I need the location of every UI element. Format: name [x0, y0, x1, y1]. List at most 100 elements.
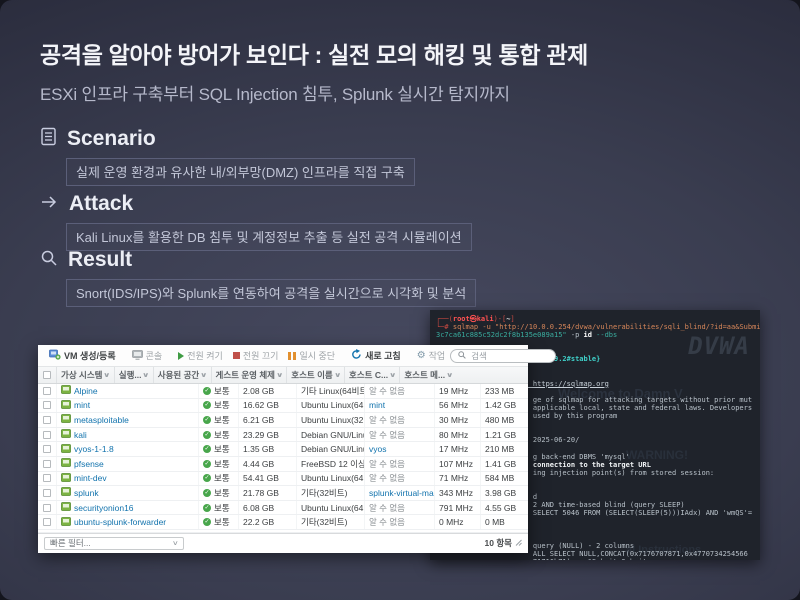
chevron-down-icon: ∨ — [334, 371, 341, 379]
guest-os-cell: 기타(32비트) — [296, 486, 364, 500]
suspend-button[interactable]: 일시 중단 — [283, 349, 340, 362]
row-checkbox[interactable] — [38, 428, 56, 442]
document-icon — [40, 127, 57, 151]
actions-button[interactable]: ⚙ 작업 — [412, 349, 451, 362]
resize-grip-icon[interactable] — [515, 538, 522, 548]
prompt-user: root㉿kali — [453, 315, 494, 323]
vm-name-link[interactable]: splunk — [74, 488, 99, 498]
used-space-cell: 6.21 GB — [238, 413, 296, 427]
vm-name-link[interactable]: mint-dev — [74, 473, 107, 483]
status-ok-icon: ✓ — [203, 504, 211, 512]
table-row[interactable]: metasploitable ✓ 보통 6.21 GB Ubuntu Linux… — [38, 413, 528, 428]
host-cpu-cell: 0 MHz — [434, 515, 480, 529]
checkbox-icon — [43, 401, 51, 409]
host-cpu-cell: 107 MHz — [434, 457, 480, 471]
row-checkbox[interactable] — [38, 486, 56, 500]
terminal-output-line: 71716b71)-- -&Submit=Submit — [436, 558, 760, 560]
vm-name-link[interactable]: securityonion16 — [74, 503, 134, 513]
suspend-icon — [288, 352, 296, 360]
vm-icon — [61, 400, 71, 411]
status-ok-icon: ✓ — [203, 431, 211, 439]
host-mem-cell: 1.21 GB — [480, 428, 528, 442]
vm-name-link[interactable]: ubuntu-splunk-forwarder — [74, 517, 166, 527]
vm-icon — [61, 473, 71, 484]
column-header[interactable]: 사용된 공간∨ — [153, 367, 211, 383]
status-label: 보통 — [214, 429, 230, 441]
host-mem-cell: 233 MB — [480, 384, 528, 398]
column-header[interactable]: 호스트 이름∨ — [286, 367, 344, 383]
status-ok-icon: ✓ — [203, 518, 211, 526]
table-row[interactable]: pfsense ✓ 보통 4.44 GB FreeBSD 12 이상 ... 알… — [38, 457, 528, 472]
row-checkbox[interactable] — [38, 384, 56, 398]
checkbox-icon — [43, 431, 51, 439]
vm-icon — [61, 502, 71, 513]
vm-name-link[interactable]: metasploitable — [74, 415, 129, 425]
search-input[interactable] — [469, 350, 549, 362]
column-header[interactable]: 가상 시스템∨ — [56, 367, 114, 383]
section-desc-scenario: 실제 운영 환경과 유사한 내/외부망(DMZ) 인프라를 직접 구축 — [66, 158, 415, 186]
table-row[interactable]: kali ✓ 보통 23.29 GB Debian GNU/Linux... 알… — [38, 428, 528, 443]
console-button[interactable]: 콘솔 — [127, 349, 168, 362]
vm-search-box[interactable] — [450, 349, 556, 363]
table-row[interactable]: mint-dev ✓ 보통 54.41 GB Ubuntu Linux(64비.… — [38, 472, 528, 487]
status-ok-icon: ✓ — [203, 489, 211, 497]
arrow-right-icon — [40, 194, 59, 215]
row-checkbox[interactable] — [38, 501, 56, 515]
vm-name-link[interactable]: pfsense — [74, 459, 104, 469]
table-row[interactable]: mint ✓ 보통 16.62 GB Ubuntu Linux(64비... m… — [38, 399, 528, 414]
row-checkbox[interactable] — [38, 457, 56, 471]
power-on-button[interactable]: 전원 켜기 — [173, 349, 228, 362]
vm-create-button[interactable]: VM 생성/등록 — [44, 349, 121, 362]
table-row[interactable]: vyos-1-1.8 ✓ 보통 1.35 GB Debian GNU/Linux… — [38, 442, 528, 457]
vm-table-body: Alpine ✓ 보통 2.08 GB 기타 Linux(64비트) 알 수 없… — [38, 384, 528, 530]
table-row[interactable]: splunk ✓ 보통 21.78 GB 기타(32비트) splunk-vir… — [38, 486, 528, 501]
power-off-icon — [233, 352, 240, 359]
checkbox-icon — [43, 474, 51, 482]
column-header[interactable]: 게스트 운영 체제∨ — [211, 367, 287, 383]
vm-create-icon — [49, 349, 61, 362]
status-ok-icon: ✓ — [203, 474, 211, 482]
status-ok-icon: ✓ — [203, 401, 211, 409]
host-cpu-cell: 791 MHz — [434, 501, 480, 515]
row-checkbox[interactable] — [38, 515, 56, 529]
host-cpu-cell: 80 MHz — [434, 428, 480, 442]
column-header[interactable]: 실행...∨ — [114, 367, 153, 383]
sqlmap-command: sqlmap -u — [453, 323, 495, 331]
terminal-command-wrap-line: 3c7ca61c885c52dc2f8b135e089a15" -p id --… — [436, 331, 760, 339]
refresh-button[interactable]: 새로 고침 — [346, 349, 406, 362]
host-cpu-cell: 17 MHz — [434, 442, 480, 456]
select-all-checkbox[interactable] — [38, 367, 56, 383]
table-row[interactable]: ubuntu-splunk-forwarder ✓ 보통 22.2 GB 기타(… — [38, 515, 528, 530]
vm-name-link[interactable]: vyos-1-1.8 — [74, 444, 114, 454]
host-name-cell: 알 수 없음 — [364, 384, 434, 398]
used-space-cell: 16.62 GB — [238, 399, 296, 413]
terminal-prompt-line1: ┌──(root㉿kali)-[~] — [436, 315, 760, 323]
row-checkbox[interactable] — [38, 472, 56, 486]
status-ok-icon: ✓ — [203, 416, 211, 424]
host-name-cell: 알 수 없음 — [364, 413, 434, 427]
column-header[interactable]: 호스트 C...∨ — [344, 367, 399, 383]
table-row[interactable]: securityonion16 ✓ 보통 6.08 GB Ubuntu Linu… — [38, 501, 528, 516]
magnifier-icon — [40, 249, 58, 272]
vm-name-link[interactable]: mint — [74, 400, 90, 410]
row-checkbox[interactable] — [38, 399, 56, 413]
power-off-button[interactable]: 전원 끄기 — [228, 349, 284, 362]
guest-os-cell: Ubuntu Linux(64비... — [296, 472, 364, 486]
quick-filter-dropdown[interactable]: 빠른 필터... ∨ — [44, 537, 184, 550]
row-checkbox[interactable] — [38, 442, 56, 456]
checkbox-icon — [43, 504, 51, 512]
vm-table-header: 가상 시스템∨실행...∨사용된 공간∨게스트 운영 체제∨호스트 이름∨호스트… — [38, 367, 528, 384]
console-icon — [132, 350, 143, 362]
guest-os-cell: Ubuntu Linux(64비... — [296, 399, 364, 413]
column-header[interactable]: 호스트 메...∨ — [399, 367, 456, 383]
host-name-cell: 알 수 없음 — [364, 501, 434, 515]
vm-name-link[interactable]: kali — [74, 430, 87, 440]
row-checkbox[interactable] — [38, 413, 56, 427]
checkbox-icon — [43, 489, 51, 497]
checkbox-icon — [43, 371, 51, 379]
table-row[interactable]: Alpine ✓ 보통 2.08 GB 기타 Linux(64비트) 알 수 없… — [38, 384, 528, 399]
checkbox-icon — [43, 460, 51, 468]
chevron-down-icon: ∨ — [200, 371, 207, 379]
vm-name-link[interactable]: Alpine — [74, 386, 98, 396]
slide-title: 공격을 알아야 방어가 보인다 : 실전 모의 해킹 및 통합 관제 — [40, 36, 588, 70]
